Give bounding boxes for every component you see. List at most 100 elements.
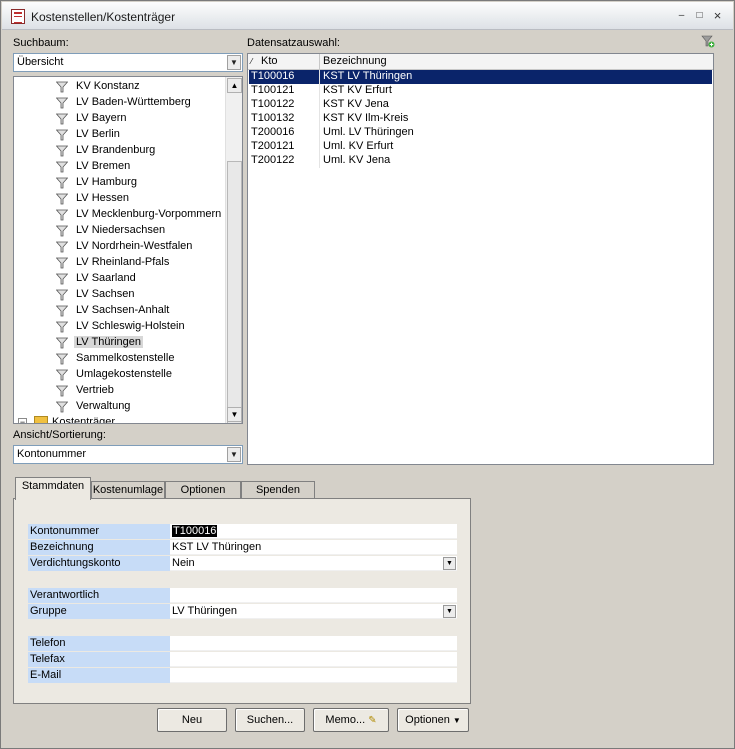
telefax-field[interactable] xyxy=(170,652,457,667)
tree-item-label: LV Schleswig-Holstein xyxy=(76,320,185,332)
chevron-down-icon[interactable]: ▼ xyxy=(443,605,456,618)
cell-kto: T100132 xyxy=(251,112,295,124)
sort-icon: ⁄ xyxy=(251,57,253,66)
email-label: E-Mail xyxy=(28,668,170,683)
tree-item-label: LV Niedersachsen xyxy=(76,224,166,236)
neu-button[interactable]: Neu xyxy=(157,708,227,732)
telefon-field[interactable] xyxy=(170,636,457,651)
search-tree[interactable]: KV Konstanz LV Baden-Württemberg LV Bayern… xyxy=(13,76,243,424)
optionen-button[interactable]: Optionen ▼ xyxy=(397,708,469,732)
suchbaum-select-value: Übersicht xyxy=(17,56,64,68)
gruppe-value: LV Thüringen xyxy=(172,605,238,617)
minimize-button[interactable]: – xyxy=(676,11,687,21)
tree-item-label: LV Sachsen xyxy=(76,288,135,300)
tree-item-label: LV Baden-Württemberg xyxy=(76,96,191,108)
neu-button-label: Neu xyxy=(181,714,203,726)
suchbaum-select[interactable]: Übersicht ▼ xyxy=(13,53,243,72)
scroll-thumb[interactable] xyxy=(227,161,242,423)
tree-item-label: LV Hamburg xyxy=(76,176,137,188)
email-field[interactable] xyxy=(170,668,457,683)
datensatz-table[interactable]: ⁄ Kto Bezeichnung T100016 KST LV Thüringe… xyxy=(247,53,714,465)
stammdaten-panel: Kontonummer T100016 Bezeichnung KST LV T… xyxy=(13,498,471,704)
memo-button[interactable]: Memo... ✎ xyxy=(313,708,389,732)
cell-kto: T200016 xyxy=(251,126,295,138)
filter-icon xyxy=(55,273,69,285)
sortierung-select[interactable]: Kontonummer ▼ xyxy=(13,445,243,464)
tree-item-label: Vertrieb xyxy=(76,384,114,396)
kontonummer-field[interactable]: T100016 xyxy=(170,524,457,539)
kontonummer-label: Kontonummer xyxy=(28,524,170,539)
folder-icon xyxy=(34,416,48,423)
cell-kto: T200121 xyxy=(251,140,295,152)
caret-down-icon: ▼ xyxy=(452,716,461,725)
cell-bezeichnung: KST KV Erfurt xyxy=(323,84,392,96)
filter-icon xyxy=(55,257,69,269)
chevron-down-icon[interactable]: ▼ xyxy=(227,447,241,462)
telefax-label: Telefax xyxy=(28,652,170,667)
suchen-button-label: Suchen... xyxy=(246,714,294,726)
filter-icon xyxy=(55,385,69,397)
verdichtungskonto-label: Verdichtungskonto xyxy=(28,556,170,571)
memo-button-label: Memo... xyxy=(325,714,366,726)
gruppe-select[interactable]: LV Thüringen ▼ xyxy=(170,604,457,619)
add-filter-icon[interactable] xyxy=(701,34,715,48)
tree-item-label: LV Berlin xyxy=(76,128,120,140)
cell-bezeichnung: Uml. KV Erfurt xyxy=(323,140,394,152)
main-window: Kostenstellen/Kostenträger – □ × Suchbau… xyxy=(0,0,735,749)
filter-icon xyxy=(55,209,69,221)
filter-icon xyxy=(55,321,69,333)
tab-kostenumlage[interactable]: Kostenumlage xyxy=(91,481,165,499)
sortierung-select-value: Kontonummer xyxy=(17,448,87,460)
filter-icon xyxy=(55,177,69,189)
tab-spenden[interactable]: Spenden xyxy=(241,481,315,499)
scroll-down-icon[interactable]: ▼ xyxy=(227,407,242,422)
suchen-button[interactable]: Suchen... xyxy=(235,708,305,732)
filter-icon xyxy=(55,129,69,141)
filter-icon xyxy=(55,161,69,173)
cell-bezeichnung: KST KV Jena xyxy=(323,98,389,110)
column-header-kto[interactable]: Kto xyxy=(258,55,278,69)
cell-kto: T100122 xyxy=(251,98,295,110)
tree-node-label: Kostenträger xyxy=(52,416,115,424)
bezeichnung-value: KST LV Thüringen xyxy=(172,541,262,553)
filter-icon xyxy=(55,401,69,413)
verdichtungskonto-select[interactable]: Nein ▼ xyxy=(170,556,457,571)
gruppe-label: Gruppe xyxy=(28,604,170,619)
filter-icon xyxy=(55,289,69,301)
cell-bezeichnung: Uml. LV Thüringen xyxy=(323,126,414,138)
bezeichnung-field[interactable]: KST LV Thüringen xyxy=(170,540,457,555)
tree-item-label: LV Bayern xyxy=(76,112,127,124)
filter-icon xyxy=(55,353,69,365)
column-header-bezeichnung[interactable]: Bezeichnung xyxy=(320,55,387,69)
scroll-up-icon[interactable]: ▲ xyxy=(227,78,242,93)
chevron-down-icon[interactable]: ▼ xyxy=(227,55,241,70)
app-icon xyxy=(11,9,25,24)
bezeichnung-label: Bezeichnung xyxy=(28,540,170,555)
filter-icon xyxy=(55,145,69,157)
filter-icon xyxy=(55,193,69,205)
tree-item-label: KV Konstanz xyxy=(76,80,140,92)
filter-icon xyxy=(55,241,69,253)
cell-kto: T100016 xyxy=(251,70,295,82)
tree-item-label: Verwaltung xyxy=(76,400,131,412)
tree-item-label: LV Sachsen-Anhalt xyxy=(76,304,170,316)
filter-icon xyxy=(55,369,69,381)
column-line xyxy=(319,70,320,168)
cell-kto: T100121 xyxy=(251,84,295,96)
tree-item-label: LV Bremen xyxy=(76,160,131,172)
collapse-icon[interactable]: − xyxy=(18,418,27,423)
datensatz-label: Datensatzauswahl: xyxy=(247,37,340,49)
memo-pencil-icon: ✎ xyxy=(368,715,377,726)
tab-optionen[interactable]: Optionen xyxy=(165,481,241,499)
restore-button[interactable]: □ xyxy=(694,11,705,21)
filter-icon xyxy=(55,81,69,93)
optionen-button-label: Optionen xyxy=(405,714,450,726)
filter-icon xyxy=(55,225,69,237)
close-button[interactable]: × xyxy=(712,9,723,22)
chevron-down-icon[interactable]: ▼ xyxy=(443,557,456,570)
tree-item-label: LV Saarland xyxy=(76,272,136,284)
tree-scrollbar[interactable]: ▲ ▼ xyxy=(225,77,242,423)
table-header: ⁄ Kto Bezeichnung xyxy=(248,54,713,70)
verantwortlich-field[interactable] xyxy=(170,588,457,603)
tab-stammdaten[interactable]: Stammdaten xyxy=(15,477,91,500)
